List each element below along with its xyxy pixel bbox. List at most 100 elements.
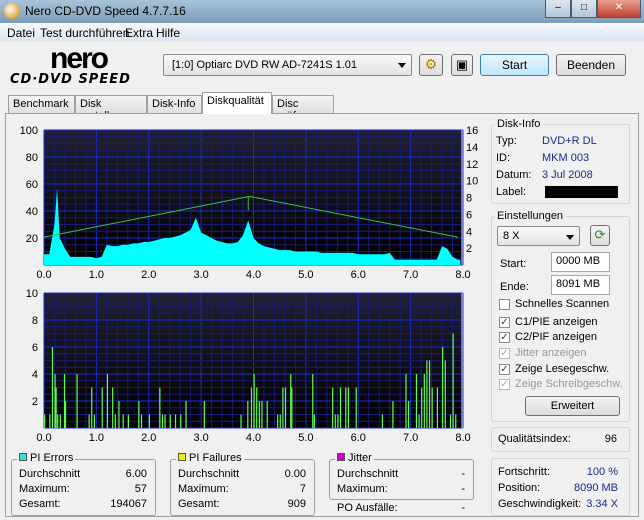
pi-failure-bar bbox=[405, 374, 407, 428]
minimize-button[interactable]: – bbox=[545, 0, 571, 18]
pi-failure-bar bbox=[345, 387, 347, 428]
y-tick-label: 6 bbox=[32, 342, 38, 354]
x-tick-label: 2.0 bbox=[141, 432, 156, 444]
y2-tick-label: 10 bbox=[466, 176, 478, 188]
pif-total-label: Gesamt: bbox=[178, 498, 220, 510]
checkbox-4: ✓ bbox=[499, 348, 510, 359]
pi-failure-bar bbox=[51, 347, 54, 428]
speed-value: 3.34 X bbox=[586, 498, 618, 510]
pi-failure-bar bbox=[112, 387, 114, 428]
checkbox-1[interactable] bbox=[499, 299, 510, 310]
pi-failure-bar bbox=[55, 387, 57, 428]
tab-diskqualitaet[interactable]: Diskqualität bbox=[202, 92, 272, 114]
checkbox-5[interactable]: ✓ bbox=[499, 364, 510, 375]
y-tick-label: 10 bbox=[26, 288, 38, 300]
pi-failure-bar bbox=[261, 401, 263, 428]
refresh-button[interactable]: ⟳ bbox=[590, 225, 610, 246]
pi-failure-bar bbox=[57, 414, 59, 428]
charts: 2 4 6 8 10 12 14 16 20 40 60 80 100 0.0 1.0 2.0 3.0 4.0 5.… bbox=[20, 125, 479, 444]
pi-failure-bar bbox=[452, 333, 454, 428]
checkbox-2[interactable]: ✓ bbox=[499, 317, 510, 328]
position-value: 8090 MB bbox=[573, 482, 618, 494]
advanced-button[interactable]: Erweitert bbox=[525, 396, 620, 416]
start-button[interactable]: Start bbox=[480, 54, 549, 76]
x-tick-label: 0.0 bbox=[36, 269, 51, 281]
pi-failure-bar bbox=[122, 414, 124, 428]
pi-failure-bar bbox=[355, 387, 357, 428]
disk-info-title: Disk-Info bbox=[495, 118, 543, 130]
pie-total-value: 194067 bbox=[110, 498, 147, 510]
close-button[interactable]: ✕ bbox=[597, 0, 641, 18]
pi-failure-bar bbox=[431, 387, 433, 428]
pi-errors-title-text: PI Errors bbox=[30, 452, 74, 464]
x-tick-label: 8.0 bbox=[455, 269, 470, 281]
pi-failure-bar bbox=[64, 401, 67, 428]
checkbox-3[interactable]: ✓ bbox=[499, 332, 510, 343]
pi-failure-bar bbox=[418, 414, 420, 428]
exit-button[interactable]: Beenden bbox=[556, 54, 626, 76]
pi-failure-bar bbox=[436, 387, 439, 428]
y-tick-label: 20 bbox=[26, 233, 38, 245]
jitter-title-text: Jitter bbox=[348, 452, 372, 464]
y-tick-label: 60 bbox=[26, 179, 38, 191]
x-tick-label: 7.0 bbox=[403, 432, 418, 444]
quality-value: 96 bbox=[604, 433, 617, 445]
pi-failure-bar bbox=[421, 387, 423, 428]
pi-failure-bar bbox=[347, 387, 349, 428]
pi-failure-bar bbox=[266, 401, 268, 428]
y2-tick-label: 12 bbox=[466, 159, 478, 171]
checkbox-label: Jitter anzeigen bbox=[515, 347, 587, 359]
end-input[interactable]: 8091 MB bbox=[551, 275, 610, 295]
pif-avg-label: Durchschnitt bbox=[178, 468, 240, 480]
jitter-avg-value: - bbox=[461, 468, 465, 480]
pi-failure-bar bbox=[426, 360, 428, 428]
speed-select[interactable]: 8 X bbox=[497, 226, 580, 246]
id-label: ID: bbox=[496, 152, 511, 164]
progress-label: Fortschritt: bbox=[498, 466, 550, 478]
pi-failure-bar bbox=[334, 414, 336, 428]
checkbox-label: Zeige Lesegeschw. bbox=[515, 363, 610, 375]
pi-failure-bar bbox=[118, 401, 120, 428]
end-label: Ende: bbox=[500, 281, 529, 293]
pi-failure-bar bbox=[59, 414, 61, 428]
pi-failure-bar bbox=[253, 374, 255, 428]
pi-failure-bar bbox=[49, 414, 51, 428]
pi-failure-bar bbox=[279, 414, 281, 428]
speed-label: Geschwindigkeit: bbox=[498, 498, 582, 510]
magenta-swatch-icon bbox=[337, 453, 345, 461]
type-label: Typ: bbox=[496, 135, 517, 147]
pi-failure-bar bbox=[91, 387, 93, 428]
x-tick-label: 5.0 bbox=[298, 269, 313, 281]
pie-avg-value: 6.00 bbox=[125, 468, 147, 480]
checkbox-label: C2/PIF anzeigen bbox=[515, 331, 597, 343]
pi-failure-bar bbox=[140, 414, 143, 428]
maximize-button[interactable]: □ bbox=[571, 0, 597, 18]
pi-failure-bar bbox=[339, 387, 342, 428]
pi-failure-bar bbox=[174, 414, 177, 428]
pi-failure-bar bbox=[444, 360, 446, 428]
pi-failure-bar bbox=[54, 374, 56, 428]
pi-failures-title-text: PI Failures bbox=[189, 452, 242, 464]
pi-failure-bar bbox=[185, 401, 187, 428]
pi-failure-bar bbox=[291, 387, 293, 428]
start-input[interactable]: 0000 MB bbox=[551, 252, 610, 272]
pi-failure-bar bbox=[284, 387, 287, 428]
pi-failure-bar bbox=[180, 414, 182, 428]
pie-avg-label: Durchschnitt bbox=[19, 468, 81, 480]
pi-failure-bar bbox=[312, 374, 314, 428]
checkbox-label: C1/PIE anzeigen bbox=[515, 316, 598, 328]
pi-failure-bar bbox=[428, 360, 431, 428]
x-tick-label: 6.0 bbox=[351, 269, 366, 281]
y2-tick-label: 2 bbox=[466, 243, 472, 255]
jitter-avg-label: Durchschnitt bbox=[337, 468, 399, 480]
pi-failure-bar bbox=[392, 401, 394, 428]
y-tick-label: 2 bbox=[32, 396, 38, 408]
y2-tick-label: 14 bbox=[466, 142, 478, 154]
x-tick-label: 6.0 bbox=[351, 432, 366, 444]
x-tick-label: 3.0 bbox=[193, 269, 208, 281]
po-failures-value: - bbox=[461, 502, 465, 514]
pi-failure-bar bbox=[258, 401, 260, 428]
pie-max-value: 57 bbox=[134, 483, 147, 495]
pi-failure-bar bbox=[138, 401, 140, 428]
pi-failure-bar bbox=[381, 414, 384, 428]
